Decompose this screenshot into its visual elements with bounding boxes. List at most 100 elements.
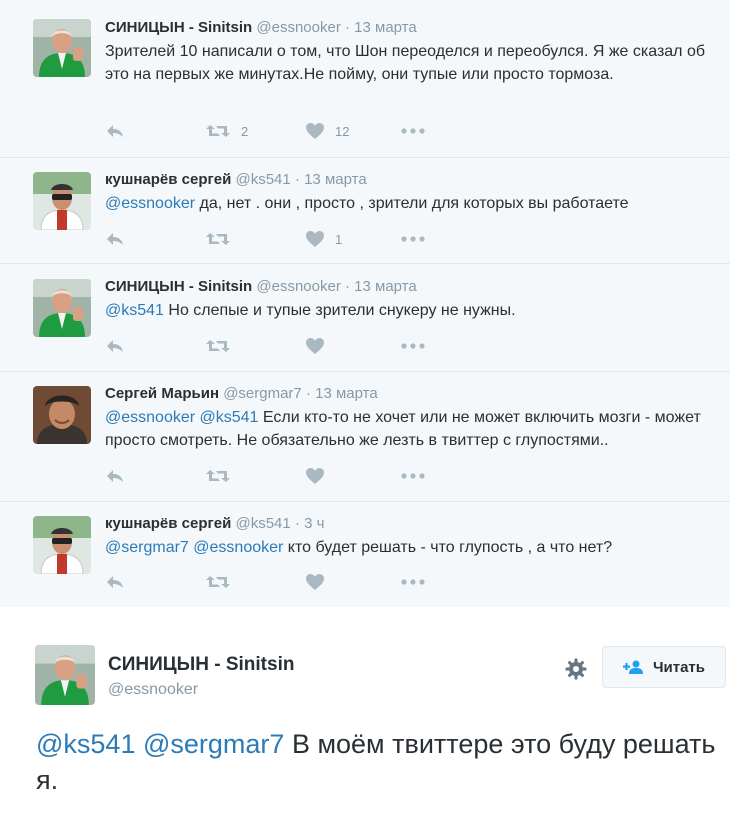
user-handle[interactable]: @sergmar7: [223, 385, 302, 402]
more-button[interactable]: [401, 571, 425, 593]
retweet-button[interactable]: [205, 571, 231, 593]
tweet-header: СИНИЦЫН - Sinitsin @essnooker · 13 марта: [105, 278, 417, 296]
more-button[interactable]: [401, 465, 425, 487]
more-button[interactable]: [401, 120, 425, 142]
timestamp[interactable]: 13 марта: [304, 171, 367, 188]
mention-link[interactable]: @essnooker: [105, 195, 195, 212]
like-button[interactable]: 1: [305, 228, 342, 250]
user-name[interactable]: кушнарёв сергей: [105, 171, 231, 188]
user-name[interactable]: кушнарёв сергей: [105, 515, 231, 532]
mention-link[interactable]: @ks541: [200, 409, 259, 426]
like-button[interactable]: [305, 465, 325, 487]
like-button[interactable]: [305, 571, 325, 593]
timestamp[interactable]: 13 марта: [315, 385, 378, 402]
reply-button[interactable]: [105, 465, 125, 487]
separator-dot: ·: [294, 171, 300, 188]
separator-dot: ·: [305, 385, 311, 402]
tweet[interactable]: кушнарёв сергей @ks541 · 13 марта @essno…: [0, 158, 730, 264]
tweet-header: Сергей Марьин @sergmar7 · 13 марта: [105, 385, 378, 403]
tweet-text: Зрителей 10 написали о том, что Шон пере…: [105, 43, 706, 83]
like-count: 12: [335, 123, 350, 139]
tweet-body: Если кто-то не хочет или не может включи…: [105, 409, 701, 449]
reply-button[interactable]: [105, 228, 125, 250]
tweet-text: @sergmar7 @essnooker кто будет решать - …: [105, 536, 725, 559]
more-dots-icon: [401, 236, 425, 242]
retweet-icon: [205, 231, 231, 247]
tweet-actions: 1: [105, 228, 465, 250]
tweet-text: @ks541 Но слепые и тупые зрители снукеру…: [105, 299, 725, 322]
user-handle[interactable]: @essnooker: [108, 681, 198, 699]
tweet[interactable]: СИНИЦЫН - Sinitsin @essnooker · 13 марта…: [0, 0, 730, 158]
tweet-actions: [105, 335, 465, 357]
separator-dot: ·: [294, 515, 300, 532]
follow-label: Читать: [652, 658, 706, 676]
retweet-icon: [205, 574, 231, 590]
avatar[interactable]: [35, 645, 95, 705]
tweet-text: @essnooker да, нет . они , просто , зрит…: [105, 192, 725, 215]
tweet-actions: [105, 571, 465, 593]
mention-link[interactable]: @sergmar7: [143, 729, 284, 759]
reply-button[interactable]: [105, 335, 125, 357]
user-handle[interactable]: @essnooker: [256, 19, 340, 36]
user-handle[interactable]: @ks541: [235, 171, 290, 188]
reply-icon: [105, 574, 125, 590]
retweet-button[interactable]: [205, 335, 231, 357]
like-count: 1: [335, 231, 343, 247]
tweet[interactable]: Сергей Марьин @sergmar7 · 13 марта @essn…: [0, 372, 730, 502]
timestamp[interactable]: 13 марта: [354, 19, 417, 36]
reply-icon: [105, 231, 125, 247]
gear-icon[interactable]: [564, 657, 588, 681]
like-button[interactable]: 12: [305, 120, 349, 142]
avatar[interactable]: [33, 386, 91, 444]
timestamp[interactable]: 13 марта: [354, 278, 417, 295]
retweet-button[interactable]: [205, 228, 231, 250]
user-handle[interactable]: @ks541: [235, 515, 290, 532]
more-button[interactable]: [401, 228, 425, 250]
reply-icon: [105, 338, 125, 354]
tweet-text: @ks541 @sergmar7 В моём твиттере это буд…: [36, 726, 716, 798]
mention-link[interactable]: @essnooker: [105, 409, 195, 426]
follow-user-icon: [622, 660, 645, 674]
retweet-count: 2: [241, 123, 249, 139]
more-button[interactable]: [401, 335, 425, 357]
more-dots-icon: [401, 343, 425, 349]
retweet-button[interactable]: 2: [205, 120, 248, 142]
heart-icon: [305, 573, 325, 591]
user-name[interactable]: СИНИЦЫН - Sinitsin: [105, 278, 252, 295]
avatar[interactable]: [33, 516, 91, 574]
tweet-body: В моём твиттере это буду решать я.: [36, 729, 716, 795]
user-name[interactable]: СИНИЦЫН - Sinitsin: [105, 19, 252, 36]
follow-button[interactable]: Читать: [602, 646, 726, 688]
user-handle[interactable]: @essnooker: [256, 278, 340, 295]
timestamp[interactable]: 3 ч: [304, 515, 324, 532]
mention-link[interactable]: @essnooker: [193, 539, 283, 556]
tweet-body: кто будет решать - что глупость , а что …: [283, 539, 613, 556]
tweet[interactable]: СИНИЦЫН - Sinitsin @essnooker · 13 марта…: [0, 264, 730, 372]
reply-icon: [105, 468, 125, 484]
reply-button[interactable]: [105, 120, 125, 142]
mention-link[interactable]: @ks541: [105, 302, 164, 319]
more-dots-icon: [401, 473, 425, 479]
avatar[interactable]: [33, 279, 91, 337]
user-name[interactable]: Сергей Марьин: [105, 385, 219, 402]
tweet-actions: [105, 465, 465, 487]
retweet-icon: [205, 338, 231, 354]
avatar[interactable]: [33, 172, 91, 230]
tweet-header: СИНИЦЫН - Sinitsin @essnooker · 13 марта: [105, 19, 417, 37]
retweet-icon: [205, 123, 231, 139]
heart-icon: [305, 337, 325, 355]
avatar[interactable]: [33, 19, 91, 77]
tweet[interactable]: кушнарёв сергей @ks541 · 3 ч @sergmar7 @…: [0, 502, 730, 607]
more-dots-icon: [401, 579, 425, 585]
reply-button[interactable]: [105, 571, 125, 593]
reply-icon: [105, 123, 125, 139]
tweet-text: @essnooker @ks541 Если кто-то не хочет и…: [105, 406, 725, 452]
heart-icon: [305, 230, 325, 248]
tweet-header: кушнарёв сергей @ks541 · 3 ч: [105, 515, 324, 533]
mention-link[interactable]: @sergmar7: [105, 539, 189, 556]
user-name[interactable]: СИНИЦЫН - Sinitsin: [108, 654, 294, 676]
mention-link[interactable]: @ks541: [36, 729, 135, 759]
tweet-header: кушнарёв сергей @ks541 · 13 марта: [105, 171, 367, 189]
like-button[interactable]: [305, 335, 325, 357]
retweet-button[interactable]: [205, 465, 231, 487]
